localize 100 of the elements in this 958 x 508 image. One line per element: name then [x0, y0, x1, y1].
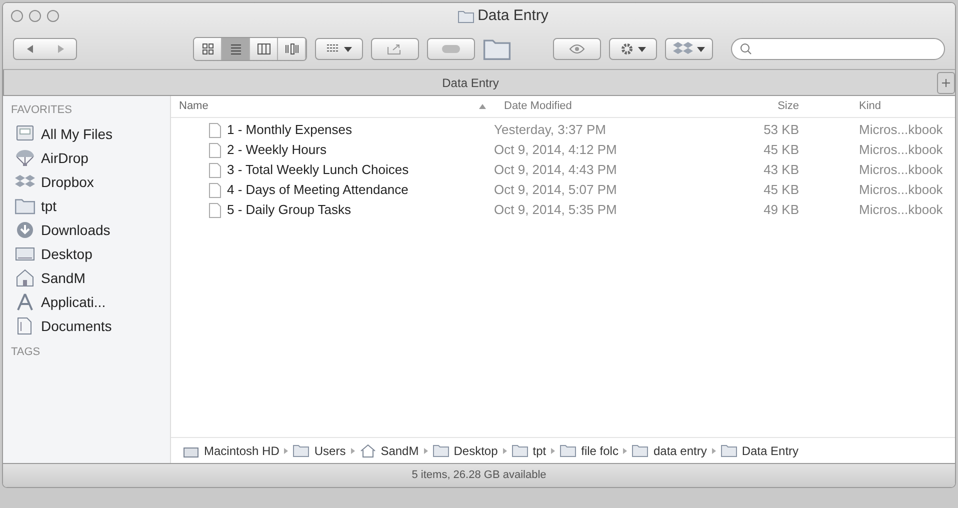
folder-icon	[293, 444, 310, 457]
table-cell: Micros...kbook	[859, 162, 943, 178]
document-icon	[209, 162, 221, 178]
table-cell-text: 1 - Monthly Expenses	[227, 121, 352, 140]
table-cell: 53 KB	[764, 122, 799, 138]
sidebar-item[interactable]: All My Files	[11, 122, 170, 146]
chevron-right-icon	[284, 448, 288, 454]
caret-icon	[697, 46, 705, 52]
column-header[interactable]: Kind	[859, 98, 882, 115]
table-cell: Oct 9, 2014, 4:12 PM	[494, 142, 617, 158]
view-mode-button[interactable]	[222, 38, 250, 60]
share-button[interactable]	[371, 38, 419, 60]
download-icon	[15, 221, 35, 239]
path-item[interactable]: Macintosh HD	[204, 442, 280, 460]
quick-look-button[interactable]	[553, 38, 601, 60]
view-mode-button[interactable]	[278, 38, 306, 60]
eye-icon	[569, 44, 585, 54]
chevron-right-icon	[502, 448, 507, 454]
folder-icon	[432, 444, 449, 457]
dropbox-button[interactable]	[665, 38, 713, 60]
document-icon	[209, 142, 221, 158]
table-cell: Micros...kbook	[859, 142, 943, 158]
plus-icon	[942, 78, 950, 86]
table-cell-text: 4 - Days of Meeting Attendance	[227, 181, 408, 200]
table-cell: Micros...kbook	[859, 122, 943, 138]
sidebar-item[interactable]: Desktop	[11, 242, 170, 266]
chevron-right-icon	[350, 448, 355, 454]
sidebar-item[interactable]: AirDrop	[11, 146, 170, 170]
desktop-icon	[15, 245, 35, 263]
table-cell: 49 KB	[764, 202, 799, 218]
table-cell-text: 5 - Daily Group Tasks	[227, 201, 352, 220]
folder-icon	[512, 444, 528, 457]
gear-icon	[620, 42, 634, 56]
house-icon	[360, 444, 376, 458]
sidebar-item[interactable]: Dropbox	[11, 170, 170, 194]
forward-arrow-icon	[58, 45, 64, 53]
table-cell: 45 KB	[764, 182, 799, 198]
column-header[interactable]: Name	[179, 98, 208, 115]
search-icon	[740, 43, 752, 55]
caret-icon	[344, 46, 352, 52]
sidebar-item[interactable]: SandM	[11, 266, 170, 290]
status-text: 5 items, 26.28 GB available	[412, 468, 546, 484]
new-folder-icon	[483, 38, 511, 60]
arrange-button[interactable]	[315, 38, 363, 60]
sidebar-heading: FAVORITES	[11, 103, 73, 118]
table-cell: Oct 9, 2014, 5:07 PM	[494, 182, 617, 198]
path-item[interactable]: Data Entry	[742, 442, 799, 460]
chevron-right-icon	[623, 448, 628, 454]
table-cell: Yesterday, 3:37 PM	[494, 122, 606, 138]
tag-button[interactable]	[427, 38, 475, 60]
view-mode-button[interactable]	[250, 38, 278, 60]
sidebar-item[interactable]: Downloads	[11, 218, 170, 242]
parachute-icon	[15, 149, 35, 167]
column-header[interactable]: Date Modified	[504, 98, 572, 115]
search-field[interactable]	[731, 38, 945, 60]
path-item[interactable]: Users	[314, 442, 346, 460]
column-header[interactable]: Size	[778, 98, 799, 115]
chevron-right-icon	[424, 448, 428, 454]
table-cell: Micros...kbook	[859, 182, 943, 198]
chevron-right-icon	[551, 448, 556, 454]
compass-ruler-icon	[15, 293, 35, 311]
document-icon	[209, 182, 221, 198]
columns-icon	[256, 43, 270, 55]
sidebar-item[interactable]: tpt	[11, 194, 170, 218]
document-icon	[209, 202, 221, 218]
house-icon	[15, 269, 35, 287]
document-icon	[209, 122, 221, 138]
back-arrow-icon	[26, 45, 32, 53]
folder-icon	[560, 444, 576, 457]
sidebar-item[interactable]: Documents	[11, 314, 170, 338]
path-item[interactable]: data entry	[653, 442, 707, 460]
table-cell-text: 3 - Total Weekly Lunch Choices	[227, 161, 409, 180]
folder-icon	[632, 444, 648, 457]
caret-icon	[638, 46, 646, 52]
window-title: Data Entry	[478, 6, 548, 26]
coverflow-icon	[284, 43, 298, 55]
table-cell-text: 2 - Weekly Hours	[227, 141, 326, 160]
share-icon	[387, 43, 403, 55]
tag-icon	[441, 44, 461, 54]
action-button[interactable]	[609, 38, 657, 60]
sidebar-item[interactable]: Applicati...	[11, 290, 170, 314]
folder-icon	[720, 444, 737, 457]
table-cell: 45 KB	[764, 142, 799, 158]
table-cell: Micros...kbook	[859, 202, 943, 218]
back-forward-control[interactable]	[13, 38, 77, 60]
new-tab-button[interactable]	[937, 72, 955, 94]
table-cell: 43 KB	[764, 162, 799, 178]
folder-icon	[15, 197, 35, 215]
sort-arrow-icon	[479, 104, 486, 109]
path-item[interactable]: Desktop	[454, 442, 498, 460]
path-item[interactable]: tpt	[532, 442, 546, 460]
folder-icon	[458, 10, 474, 22]
path-item[interactable]: file folc	[581, 442, 618, 460]
path-item[interactable]: SandM	[380, 442, 419, 460]
file-cabinet-icon	[15, 125, 35, 143]
chevron-right-icon	[712, 448, 716, 454]
list-icon	[228, 43, 242, 55]
view-mode-button[interactable]	[194, 38, 222, 60]
sidebar-heading: TAGS	[11, 345, 42, 360]
table-cell: Oct 9, 2014, 4:43 PM	[494, 162, 617, 178]
